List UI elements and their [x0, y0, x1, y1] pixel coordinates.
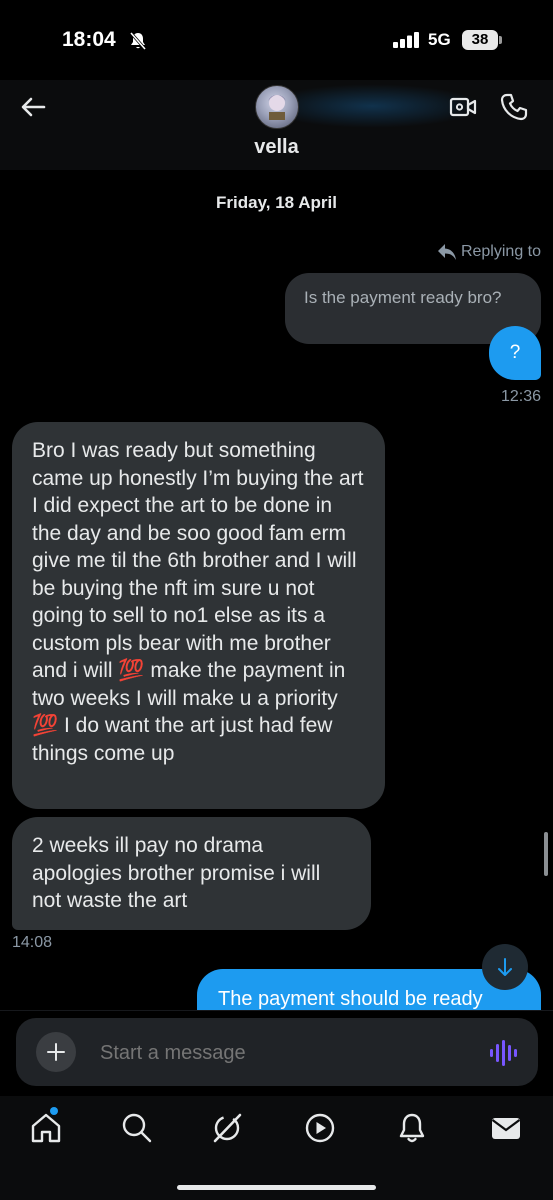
- reply-label: Replying to: [460, 243, 541, 260]
- avatar[interactable]: [255, 85, 299, 129]
- status-time: 18:04: [62, 28, 116, 51]
- network-type: 5G: [428, 30, 451, 49]
- home-icon[interactable]: [29, 1111, 63, 1145]
- message-composer: [16, 1018, 538, 1088]
- video-call-icon[interactable]: [449, 93, 477, 121]
- voice-message-icon[interactable]: [489, 1040, 519, 1066]
- search-icon[interactable]: [120, 1111, 154, 1145]
- conversation-header: vella: [0, 80, 553, 170]
- signal-icon: [393, 32, 419, 48]
- reply-arrow-icon: [437, 244, 456, 260]
- scroll-to-bottom-button[interactable]: [482, 944, 528, 990]
- message-input[interactable]: [98, 1018, 462, 1088]
- home-notification-dot: [50, 1107, 58, 1115]
- received-message-bubble[interactable]: Bro I was ready but something came up ho…: [12, 422, 385, 809]
- messages-icon[interactable]: [489, 1111, 523, 1145]
- video-icon[interactable]: [303, 1111, 337, 1145]
- back-arrow-icon[interactable]: [18, 92, 48, 122]
- bottom-tab-bar: [0, 1096, 553, 1200]
- notifications-icon[interactable]: [395, 1111, 429, 1145]
- status-bar: 18:04 5G 38: [0, 0, 553, 80]
- phone-call-icon[interactable]: [499, 92, 529, 122]
- grok-icon[interactable]: [210, 1111, 244, 1145]
- received-message-bubble[interactable]: 2 weeks ill pay no drama apologies broth…: [12, 817, 371, 930]
- bell-off-icon: [129, 32, 147, 50]
- sent-timestamp: 12:36: [500, 388, 541, 405]
- scrollbar-thumb[interactable]: [544, 832, 548, 876]
- reply-indicator: Replying to: [437, 243, 541, 261]
- add-media-button[interactable]: [36, 1032, 76, 1072]
- contact-name[interactable]: vella: [0, 136, 553, 159]
- battery-icon: 38: [462, 30, 498, 50]
- home-indicator: [177, 1185, 376, 1190]
- avatar-art-icon: [268, 95, 286, 120]
- date-separator: Friday, 18 April: [216, 193, 337, 212]
- composer-bar: [0, 1010, 553, 1097]
- outgoing-message-clip: The payment should be ready: [0, 966, 553, 1010]
- plus-icon: [47, 1043, 65, 1061]
- sent-message-bubble[interactable]: ?: [489, 326, 541, 380]
- battery-nub: [499, 36, 502, 44]
- arrow-down-icon: [498, 958, 512, 976]
- received-timestamp: 14:08: [12, 934, 53, 951]
